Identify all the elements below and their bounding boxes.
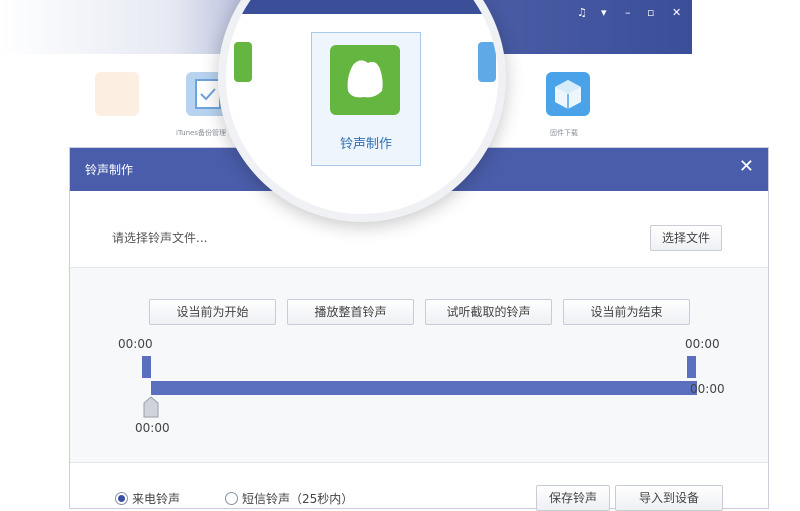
select-file-hint: 请选择铃声文件... [112, 231, 208, 245]
radio-incoming-label: 来电铃声 [132, 492, 181, 506]
end-handle[interactable] [687, 356, 696, 378]
maximize-icon[interactable]: ▫ [647, 6, 654, 19]
magnified-next-icon [478, 42, 496, 82]
bell-icon [347, 60, 383, 98]
close-window-icon[interactable]: ✕ [672, 6, 681, 19]
radio-sms-ringtone[interactable]: 短信铃声（25秒内） [225, 490, 353, 507]
toolbar-label-firmware: 固件下载 [550, 129, 578, 137]
music-icon[interactable]: ♫ [577, 6, 587, 19]
start-time-label: 00:00 [118, 337, 153, 351]
playhead-time-label: 00:00 [135, 421, 170, 435]
ringtone-tool-tile[interactable]: 铃声制作 [311, 32, 421, 166]
magnified-prev-icon [234, 42, 252, 82]
toolbar-label-itunes: iTunes备份管理 [176, 129, 226, 137]
action-section: 来电铃声 短信铃声（25秒内） 保存铃声 导入到设备 [70, 463, 768, 511]
save-ringtone-button[interactable]: 保存铃声 [536, 485, 610, 511]
set-end-button[interactable]: 设当前为结束 [563, 299, 690, 325]
waveform-track[interactable] [151, 381, 697, 395]
edit-section: 设当前为开始 播放整首铃声 试听截取的铃声 设当前为结束 00:00 00:00… [70, 268, 768, 463]
magnified-title-bar [226, 0, 498, 14]
choose-file-button[interactable]: 选择文件 [650, 225, 722, 251]
tile-label: 铃声制作 [339, 137, 392, 152]
radio-dot [225, 492, 238, 505]
set-start-button[interactable]: 设当前为开始 [149, 299, 276, 325]
close-icon[interactable]: ✕ [739, 157, 754, 177]
radio-dot [115, 492, 128, 505]
tile-icon-bg [330, 45, 400, 115]
cube-icon [555, 80, 581, 109]
minimize-icon[interactable]: – [625, 6, 631, 19]
start-handle[interactable] [142, 356, 151, 378]
preview-clip-button[interactable]: 试听截取的铃声 [425, 299, 552, 325]
end-time-right-label: 00:00 [690, 382, 725, 396]
tool-arrow-icon[interactable] [95, 72, 139, 116]
dialog-title: 铃声制作 [85, 163, 134, 177]
end-time-label: 00:00 [685, 337, 720, 351]
import-device-button[interactable]: 导入到设备 [615, 485, 723, 511]
radio-incoming-ringtone[interactable]: 来电铃声 [115, 490, 180, 507]
play-full-button[interactable]: 播放整首铃声 [287, 299, 414, 325]
playhead-icon[interactable] [143, 396, 159, 418]
tool-firmware-icon[interactable] [546, 72, 590, 116]
dropdown-icon[interactable]: ▾ [601, 6, 607, 19]
radio-sms-label: 短信铃声（25秒内） [242, 492, 354, 506]
